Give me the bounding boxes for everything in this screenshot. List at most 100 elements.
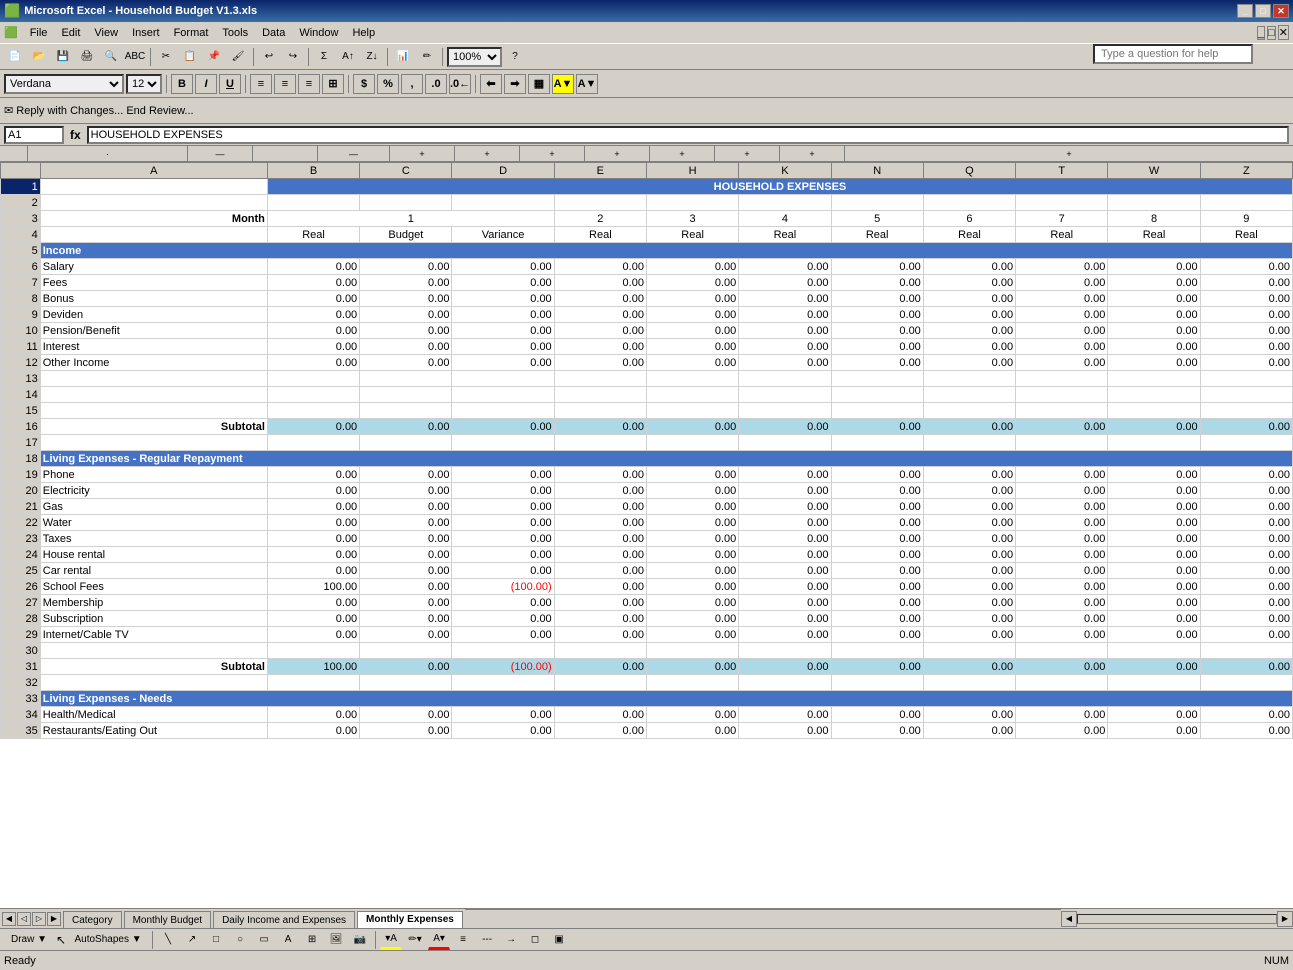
cell-val[interactable]: 0.00 — [739, 483, 831, 499]
menu-file[interactable]: File — [24, 25, 54, 41]
autosum-button[interactable]: Σ — [313, 47, 335, 67]
cell-health-label[interactable]: Health/Medical — [40, 707, 267, 723]
spell-check-button[interactable]: ABC — [124, 47, 146, 67]
col-header-d[interactable]: D — [452, 163, 554, 179]
cell-val[interactable]: 0.00 — [1200, 563, 1292, 579]
cell-val[interactable]: 0.00 — [267, 515, 359, 531]
cell-val[interactable]: 0.00 — [452, 531, 554, 547]
row-num-20[interactable]: 20 — [1, 483, 41, 499]
cell-val[interactable]: 0.00 — [923, 595, 1015, 611]
italic-button[interactable]: I — [195, 74, 217, 94]
cell-val[interactable]: 0.00 — [646, 499, 738, 515]
cell-val[interactable]: 0.00 — [646, 259, 738, 275]
cell-val[interactable]: 0.00 — [360, 707, 452, 723]
row-num-31[interactable]: 31 — [1, 659, 41, 675]
cell-val[interactable]: 0.00 — [267, 483, 359, 499]
cell-val[interactable]: 0.00 — [739, 723, 831, 739]
cell-val[interactable]: 0.00 — [923, 275, 1015, 291]
cell-interest-label[interactable]: Interest — [40, 339, 267, 355]
col-resize-t[interactable]: + — [744, 149, 749, 159]
cell-val[interactable]: 0.00 — [1016, 483, 1108, 499]
cell-subscription-label[interactable]: Subscription — [40, 611, 267, 627]
cell-val[interactable]: 0.00 — [831, 339, 923, 355]
arrow-style-tool[interactable]: → — [500, 930, 522, 950]
maximize-button[interactable]: □ — [1255, 4, 1271, 18]
text-box-tool[interactable]: ▭ — [253, 930, 275, 950]
cell-val[interactable]: 0.00 — [452, 419, 554, 435]
cell-val[interactable]: 0.00 — [360, 419, 452, 435]
cell-budget-c4[interactable]: Budget — [360, 227, 452, 243]
cell-val[interactable]: 0.00 — [1016, 307, 1108, 323]
cell-val[interactable]: 0.00 — [1200, 515, 1292, 531]
cell-val[interactable]: 0.00 — [923, 483, 1015, 499]
cell-month-label[interactable]: Month — [40, 211, 267, 227]
cell-val[interactable]: 0.00 — [646, 563, 738, 579]
print-preview-button[interactable]: 🔍 — [100, 47, 122, 67]
cell-month-2[interactable]: 2 — [554, 211, 646, 227]
cell-val[interactable]: 0.00 — [360, 499, 452, 515]
col-header-t[interactable]: T — [1016, 163, 1108, 179]
cell-val[interactable]: 0.00 — [360, 723, 452, 739]
cell-val[interactable]: 0.00 — [360, 307, 452, 323]
print-button[interactable]: 🖨 — [76, 47, 98, 67]
col-header-c[interactable]: C — [360, 163, 452, 179]
row-num-12[interactable]: 12 — [1, 355, 41, 371]
font-size-select[interactable]: 12 — [126, 74, 162, 94]
col-resize-q[interactable]: + — [679, 149, 684, 159]
cell-val[interactable]: 0.00 — [923, 323, 1015, 339]
col-resize-e[interactable]: + — [419, 149, 424, 159]
menu-view[interactable]: View — [88, 25, 124, 41]
cell-val[interactable]: 0.00 — [831, 499, 923, 515]
cell-val[interactable]: 0.00 — [923, 707, 1015, 723]
cell-val[interactable]: 0.00 — [554, 323, 646, 339]
cell-val[interactable]: 0.00 — [831, 355, 923, 371]
cell-val[interactable]: 0.00 — [360, 531, 452, 547]
cell-val[interactable]: 0.00 — [1200, 419, 1292, 435]
cell-val[interactable]: 0.00 — [267, 275, 359, 291]
row-num-13[interactable]: 13 — [1, 371, 41, 387]
menu-format[interactable]: Format — [168, 25, 215, 41]
cell-month-7[interactable]: 7 — [1016, 211, 1108, 227]
cell-val[interactable]: 0.00 — [1108, 707, 1200, 723]
row-num-30[interactable]: 30 — [1, 643, 41, 659]
paste-button[interactable]: 📌 — [203, 47, 225, 67]
cell-val[interactable]: 0.00 — [452, 291, 554, 307]
row-num-17[interactable]: 17 — [1, 435, 41, 451]
cell-val[interactable]: 0.00 — [1200, 355, 1292, 371]
col-resize-d[interactable]: — — [349, 149, 358, 159]
cell-val[interactable]: 0.00 — [360, 595, 452, 611]
cell-val[interactable]: 0.00 — [1200, 531, 1292, 547]
hscroll-right[interactable]: ▶ — [1277, 911, 1293, 927]
cell-val-negative[interactable]: (100.00) — [452, 659, 554, 675]
cell-val[interactable]: 0.00 — [1016, 595, 1108, 611]
shadow-tool[interactable]: ◻ — [524, 930, 546, 950]
cell-a4[interactable] — [40, 227, 267, 243]
col-header-z[interactable]: Z — [1200, 163, 1292, 179]
cell-val[interactable]: 0.00 — [554, 483, 646, 499]
row-num-2[interactable]: 2 — [1, 195, 41, 211]
cell-real-n4[interactable]: Real — [831, 227, 923, 243]
cell-val[interactable]: 0.00 — [1200, 307, 1292, 323]
row-num-29[interactable]: 29 — [1, 627, 41, 643]
cell-val[interactable]: 0.00 — [1016, 611, 1108, 627]
cell-val[interactable]: 0.00 — [1016, 627, 1108, 643]
cell-house-rental-label[interactable]: House rental — [40, 547, 267, 563]
cell-val[interactable]: 0.00 — [360, 627, 452, 643]
cell-val[interactable]: 0.00 — [831, 595, 923, 611]
decrease-indent-button[interactable]: ⬅ — [480, 74, 502, 94]
cell-val[interactable]: 0.00 — [739, 547, 831, 563]
cell-val[interactable]: 0.00 — [831, 467, 923, 483]
help-search-input[interactable] — [1093, 44, 1253, 64]
merge-center-button[interactable]: ⊞ — [322, 74, 344, 94]
cell-val[interactable]: 0.00 — [831, 627, 923, 643]
cell-val[interactable]: 0.00 — [646, 579, 738, 595]
cell-val[interactable]: 0.00 — [554, 259, 646, 275]
row-num-5[interactable]: 5 — [1, 243, 41, 259]
cell-val[interactable]: 0.00 — [267, 595, 359, 611]
cell-val[interactable]: 0.00 — [1108, 627, 1200, 643]
cell-val[interactable]: 0.00 — [554, 531, 646, 547]
zoom-select[interactable]: 100% — [447, 47, 502, 67]
cell-val[interactable]: 0.00 — [831, 483, 923, 499]
cell-val[interactable]: 0.00 — [1200, 275, 1292, 291]
cell-val[interactable]: 0.00 — [554, 563, 646, 579]
